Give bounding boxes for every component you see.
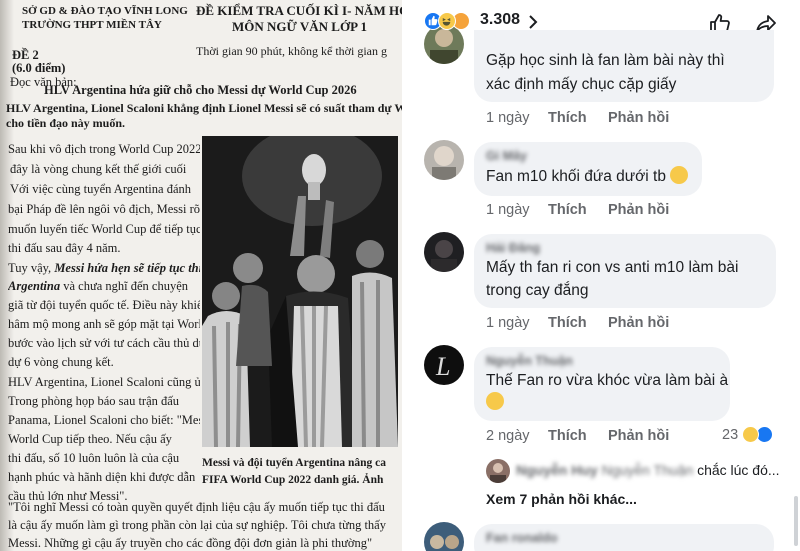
commenter-name[interactable]: Nguyễn Thuận bbox=[486, 354, 573, 368]
laughing-emoji-icon bbox=[486, 392, 504, 410]
article-body-line: bước vào lịch sử với tư cách cầu thủ duy bbox=[8, 336, 200, 350]
haha-reaction-icon bbox=[742, 426, 759, 443]
comment-time: 1 ngày bbox=[486, 110, 530, 126]
article-title: HLV Argentina hứa giữ chỗ cho Messi dự W… bbox=[44, 83, 357, 97]
reply-avatar[interactable] bbox=[486, 459, 510, 483]
article-body-line: Argentina và chưa nghĩ đến chuyện bbox=[8, 279, 189, 293]
commenter-avatar[interactable]: L bbox=[424, 345, 464, 385]
emphasis-text: Messi hứa hẹn sẽ tiếp tục thi bbox=[54, 261, 200, 275]
article-body-line: Tuy vậy, Messi hứa hẹn sẽ tiếp tục thi bbox=[8, 261, 200, 275]
photo-caption: Messi và đội tuyển Argentina nâng ca FIF… bbox=[202, 455, 402, 489]
article-body-line: hạnh phúc và hãnh diện khi được dẫn bbox=[8, 470, 196, 484]
comment-text-line: trong cay đắng bbox=[486, 282, 589, 299]
exam-points: (6.0 điểm) bbox=[12, 61, 66, 75]
facebook-comments-panel: 3.308 Gặp học sinh là fan làm bài này th… bbox=[416, 0, 800, 551]
comment-text-emoji-line bbox=[486, 392, 504, 414]
photo-caption-line-1: Messi và đội tuyển Argentina nâng ca bbox=[202, 457, 387, 469]
comment-text-value: Fan m10 khối đứa dưới tb bbox=[486, 168, 666, 185]
article-bottom-2: là cậu ấy muốn làm gì trong phần còn lại… bbox=[8, 518, 386, 532]
exam-time-note: Thời gian 90 phút, không kể thời gian g bbox=[196, 44, 388, 58]
exam-school-name: TRƯỜNG THPT MIỀN TÂY bbox=[22, 19, 162, 31]
exam-subject: MÔN NGỮ VĂN LỚP 1 bbox=[232, 19, 368, 34]
article-bottom-1: "Tôi nghĩ Messi có toàn quyền quyết định… bbox=[8, 500, 385, 514]
article-lead-1: HLV Argentina, Lionel Scaloni khẳng định… bbox=[6, 101, 402, 115]
comment-reply-link[interactable]: Phản hồi bbox=[608, 110, 669, 126]
comment-reply-link[interactable]: Phản hồi bbox=[608, 315, 669, 331]
haha-reaction-icon bbox=[438, 12, 456, 30]
reply-mention: Nguyễn Thuận bbox=[601, 462, 694, 478]
article-body-line: dự 6 vòng chung kết. bbox=[8, 355, 114, 369]
article-body-line: World Cup tiếp theo. Nếu cậu ấy bbox=[8, 432, 172, 446]
chevron-right-icon[interactable] bbox=[528, 14, 538, 30]
exam-paper-photo: SỞ GD & ĐÀO TẠO VĨNH LONG TRƯỜNG THPT MI… bbox=[0, 0, 402, 551]
comment-reply-link[interactable]: Phản hồi bbox=[608, 428, 669, 444]
view-more-replies-link[interactable]: Xem 7 phản hồi khác... bbox=[486, 491, 637, 507]
commenter-avatar[interactable] bbox=[424, 140, 464, 180]
comment-text-line: xác định mấy chục cặp giấy bbox=[486, 76, 677, 93]
comment-text-line: Gặp học sinh là fan làm bài này thì bbox=[486, 52, 725, 69]
article-body-line: thi đấu sau đây 4 năm. bbox=[8, 241, 121, 255]
article-body-line: Panama, Lionel Scaloni cho biết: "Messi bbox=[8, 413, 200, 427]
article-bottom-3: Messi. Những gì cậu ấy truyền cho các đồ… bbox=[8, 536, 373, 550]
comment-like-link[interactable]: Thích bbox=[548, 202, 587, 218]
article-lead-2: cho tiền đạo này muốn. bbox=[6, 116, 126, 130]
article-body-line: hâm mộ mong anh sẽ góp mặt tại World Cup bbox=[8, 317, 200, 331]
article-body-line: muốn luyến tiếc World Cup để tiếp tục bbox=[8, 222, 200, 236]
commenter-name[interactable]: Hải Đăng bbox=[486, 241, 540, 255]
exam-code: ĐỀ 2 bbox=[12, 48, 39, 62]
comment-reaction-count[interactable]: 23 bbox=[722, 427, 738, 443]
comment-reply-link[interactable]: Phản hồi bbox=[608, 202, 669, 218]
article-body-line: thi đấu, số 10 luôn luôn là của cậu bbox=[8, 451, 180, 465]
scrollbar-thumb[interactable] bbox=[794, 496, 798, 546]
comment-time: 2 ngày bbox=[486, 428, 530, 444]
article-body-line: Sau khi vô địch trong World Cup 2022, Me… bbox=[8, 142, 200, 156]
emphasis-text: Argentina bbox=[8, 279, 61, 293]
comment-text-line: Thế Fan ro vừa khóc vừa làm bài à bbox=[486, 372, 729, 389]
reply-author-name: Nguyễn Huy bbox=[516, 462, 598, 478]
reply-preview[interactable]: Nguyễn Huy Nguyễn Thuận chắc lúc đó... bbox=[516, 459, 780, 481]
comment-like-link[interactable]: Thích bbox=[548, 428, 587, 444]
messi-trophy-photo bbox=[202, 136, 398, 447]
comment-like-link[interactable]: Thích bbox=[548, 110, 587, 126]
comment-text: Fan m10 khối đứa dưới tb bbox=[486, 166, 689, 188]
laughing-emoji-icon bbox=[670, 166, 689, 184]
article-body-line: giã từ đội tuyển quốc tế. Điều này khiến… bbox=[8, 298, 200, 312]
article-body-line: Với việc cùng tuyển Argentina đánh bbox=[10, 182, 191, 196]
commenter-avatar[interactable] bbox=[424, 232, 464, 272]
comment-like-link[interactable]: Thích bbox=[548, 315, 587, 331]
comment-time: 1 ngày bbox=[486, 315, 530, 331]
commenter-name[interactable]: Gi Mây bbox=[486, 149, 527, 163]
article-body-line: bại Pháp đề lên ngôi vô địch, Messi rõ r… bbox=[8, 202, 200, 216]
photo-caption-line-2: FIFA World Cup 2022 danh giá. Ảnh bbox=[202, 474, 384, 486]
reaction-count[interactable]: 3.308 bbox=[480, 11, 520, 29]
article-body-line: HLV Argentina, Lionel Scaloni cũng ủng h… bbox=[8, 375, 200, 389]
svg-text:L: L bbox=[435, 352, 450, 381]
comment-text-line: Mấy th fan ri con vs anti m10 làm bài bbox=[486, 259, 739, 276]
commenter-avatar[interactable] bbox=[424, 522, 464, 551]
comment-time: 1 ngày bbox=[486, 202, 530, 218]
reply-preview-text: chắc lúc đó... bbox=[697, 462, 780, 478]
article-body-line: đây là vòng chung kết thế giới cuối bbox=[10, 162, 187, 176]
commenter-name[interactable]: Fan ronaldo bbox=[486, 531, 558, 545]
article-body-line: Trong phòng họp báo sau trận đấu bbox=[8, 394, 180, 408]
exam-title: ĐỀ KIỂM TRA CUỐI KÌ I- NĂM HỌ bbox=[196, 3, 402, 18]
commenter-avatar[interactable] bbox=[424, 24, 464, 64]
exam-school-dept: SỞ GD & ĐÀO TẠO VĨNH LONG bbox=[22, 5, 188, 17]
